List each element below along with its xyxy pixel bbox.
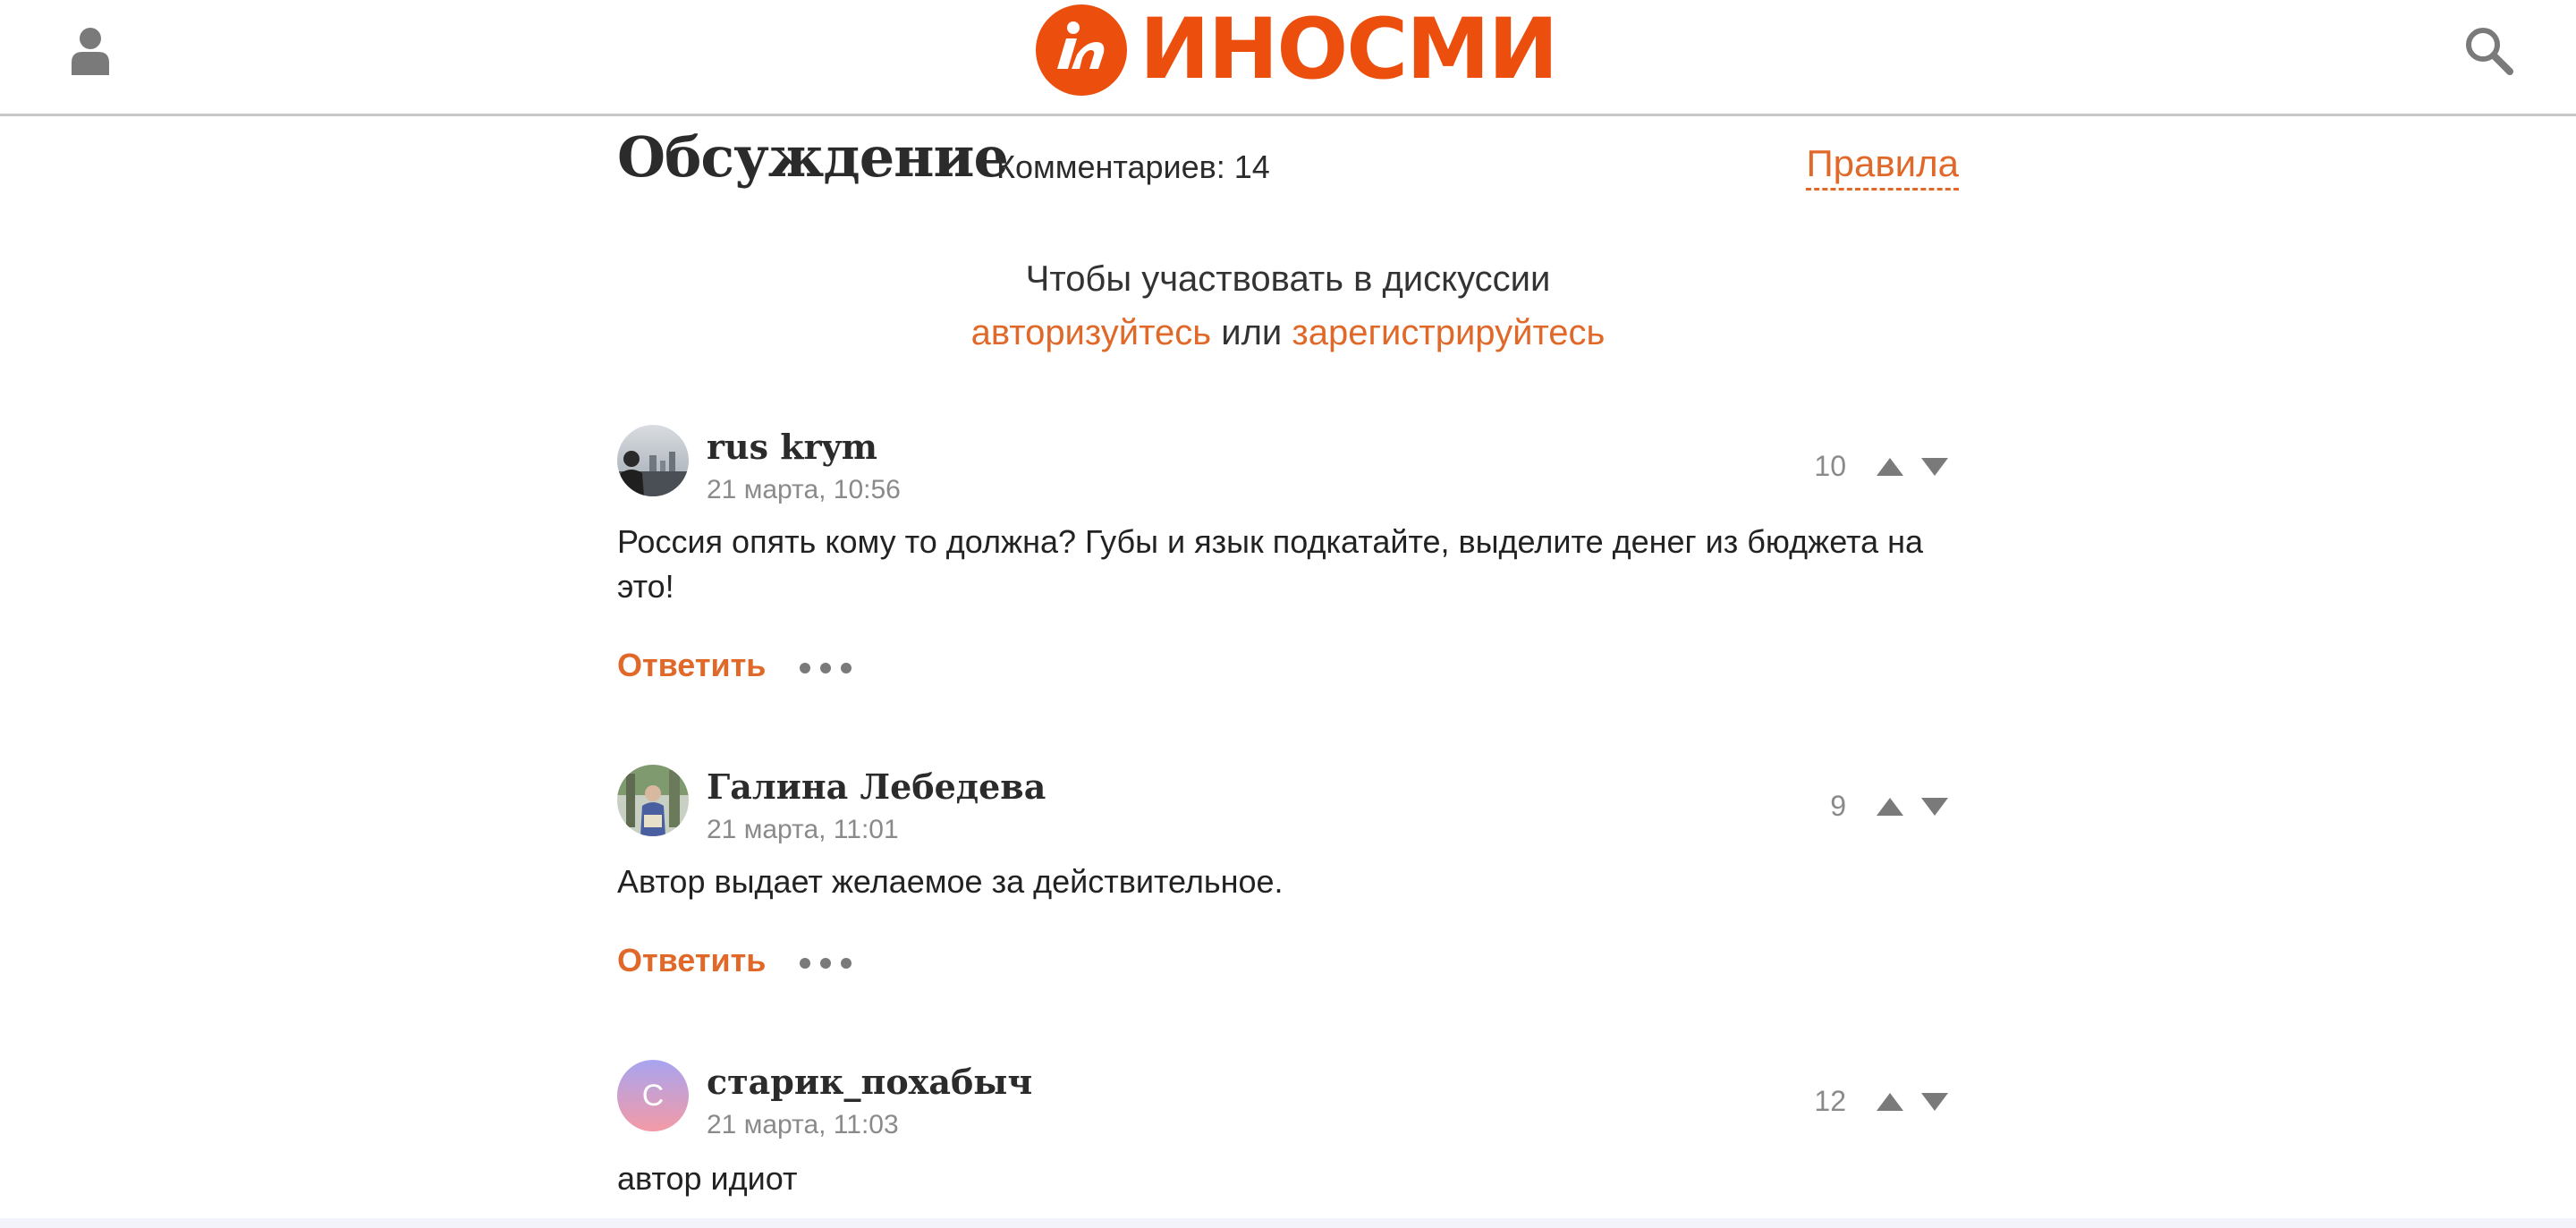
vote-controls: 9 — [1830, 790, 1950, 823]
login-link[interactable]: авторизуйтесь — [971, 313, 1212, 352]
comment-date: 21 марта, 11:01 — [707, 815, 899, 844]
upvote-icon[interactable] — [1875, 1089, 1905, 1114]
comment-text: Автор выдает желаемое за действительное. — [617, 863, 1284, 900]
vote-controls: 12 — [1814, 1085, 1950, 1118]
comment-item: С старик_похабыч 21 марта, 11:03 12 авто… — [617, 1060, 1959, 1212]
comment-author[interactable]: старик_похабыч — [707, 1063, 1032, 1101]
upvote-icon[interactable] — [1875, 794, 1905, 819]
rules-link[interactable]: Правила — [1806, 142, 1959, 191]
avatar[interactable]: С — [617, 1060, 689, 1131]
comment-author[interactable]: rus krym — [707, 428, 877, 466]
comment-date: 21 марта, 10:56 — [707, 475, 901, 504]
logo-text: ИНОСМИ — [1140, 1, 1558, 98]
more-options-icon[interactable] — [796, 659, 855, 677]
downvote-icon[interactable] — [1919, 1089, 1950, 1114]
search-icon[interactable] — [2463, 25, 2513, 75]
discussion-title: Обсуждение — [617, 124, 1009, 190]
comment-text: Россия опять кому то должна? Губы и язык… — [617, 523, 1924, 605]
comment-item: Галина Лебедева 21 марта, 11:01 9 Автор … — [617, 765, 1959, 988]
comment-author[interactable]: Галина Лебедева — [707, 768, 1046, 806]
register-link[interactable]: зарегистрируйтесь — [1292, 313, 1605, 352]
comment-item: rus krym 21 марта, 10:56 10 Россия опять… — [617, 425, 1959, 693]
comment-text: автор идиот — [617, 1160, 798, 1197]
comment-date: 21 марта, 11:03 — [707, 1110, 899, 1139]
bottom-strip — [0, 1218, 2576, 1228]
reply-button[interactable]: Ответить — [617, 942, 766, 979]
auth-or-text: или — [1221, 313, 1283, 352]
page: ИНОСМИ Обсуждение Комментариев: 14 Прави… — [0, 0, 2576, 1228]
downvote-icon[interactable] — [1919, 454, 1950, 479]
vote-controls: 10 — [1814, 450, 1950, 483]
avatar[interactable] — [617, 765, 689, 836]
upvote-icon[interactable] — [1875, 454, 1905, 479]
vote-count: 12 — [1814, 1085, 1846, 1117]
user-icon[interactable] — [72, 27, 109, 75]
comment-count: Комментариев: 14 — [996, 148, 1270, 185]
reply-button[interactable]: Ответить — [617, 647, 766, 684]
auth-prompt: Чтобы участвовать в дискуссии авторизуйт… — [617, 252, 1959, 360]
site-logo[interactable]: ИНОСМИ — [1036, 1, 1558, 98]
avatar[interactable] — [617, 425, 689, 496]
logo-mark-icon — [1036, 4, 1127, 96]
avatar-letter: С — [641, 1078, 665, 1113]
auth-prompt-text: Чтобы участвовать в дискуссии — [1025, 259, 1551, 299]
vote-count: 9 — [1830, 790, 1846, 822]
more-options-icon[interactable] — [796, 954, 855, 972]
downvote-icon[interactable] — [1919, 794, 1950, 819]
vote-count: 10 — [1814, 450, 1846, 482]
site-header: ИНОСМИ — [0, 0, 2576, 116]
